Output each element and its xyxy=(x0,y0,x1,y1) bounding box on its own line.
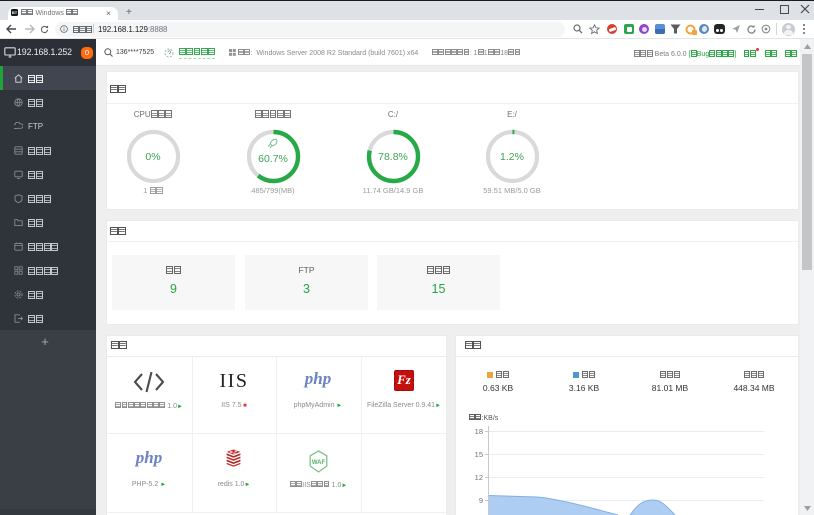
svg-text:WAF: WAF xyxy=(312,460,326,466)
svg-text:12: 12 xyxy=(475,473,483,482)
svg-text:18: 18 xyxy=(475,427,483,436)
svg-text:15: 15 xyxy=(475,450,483,459)
svg-text:9: 9 xyxy=(479,496,483,505)
